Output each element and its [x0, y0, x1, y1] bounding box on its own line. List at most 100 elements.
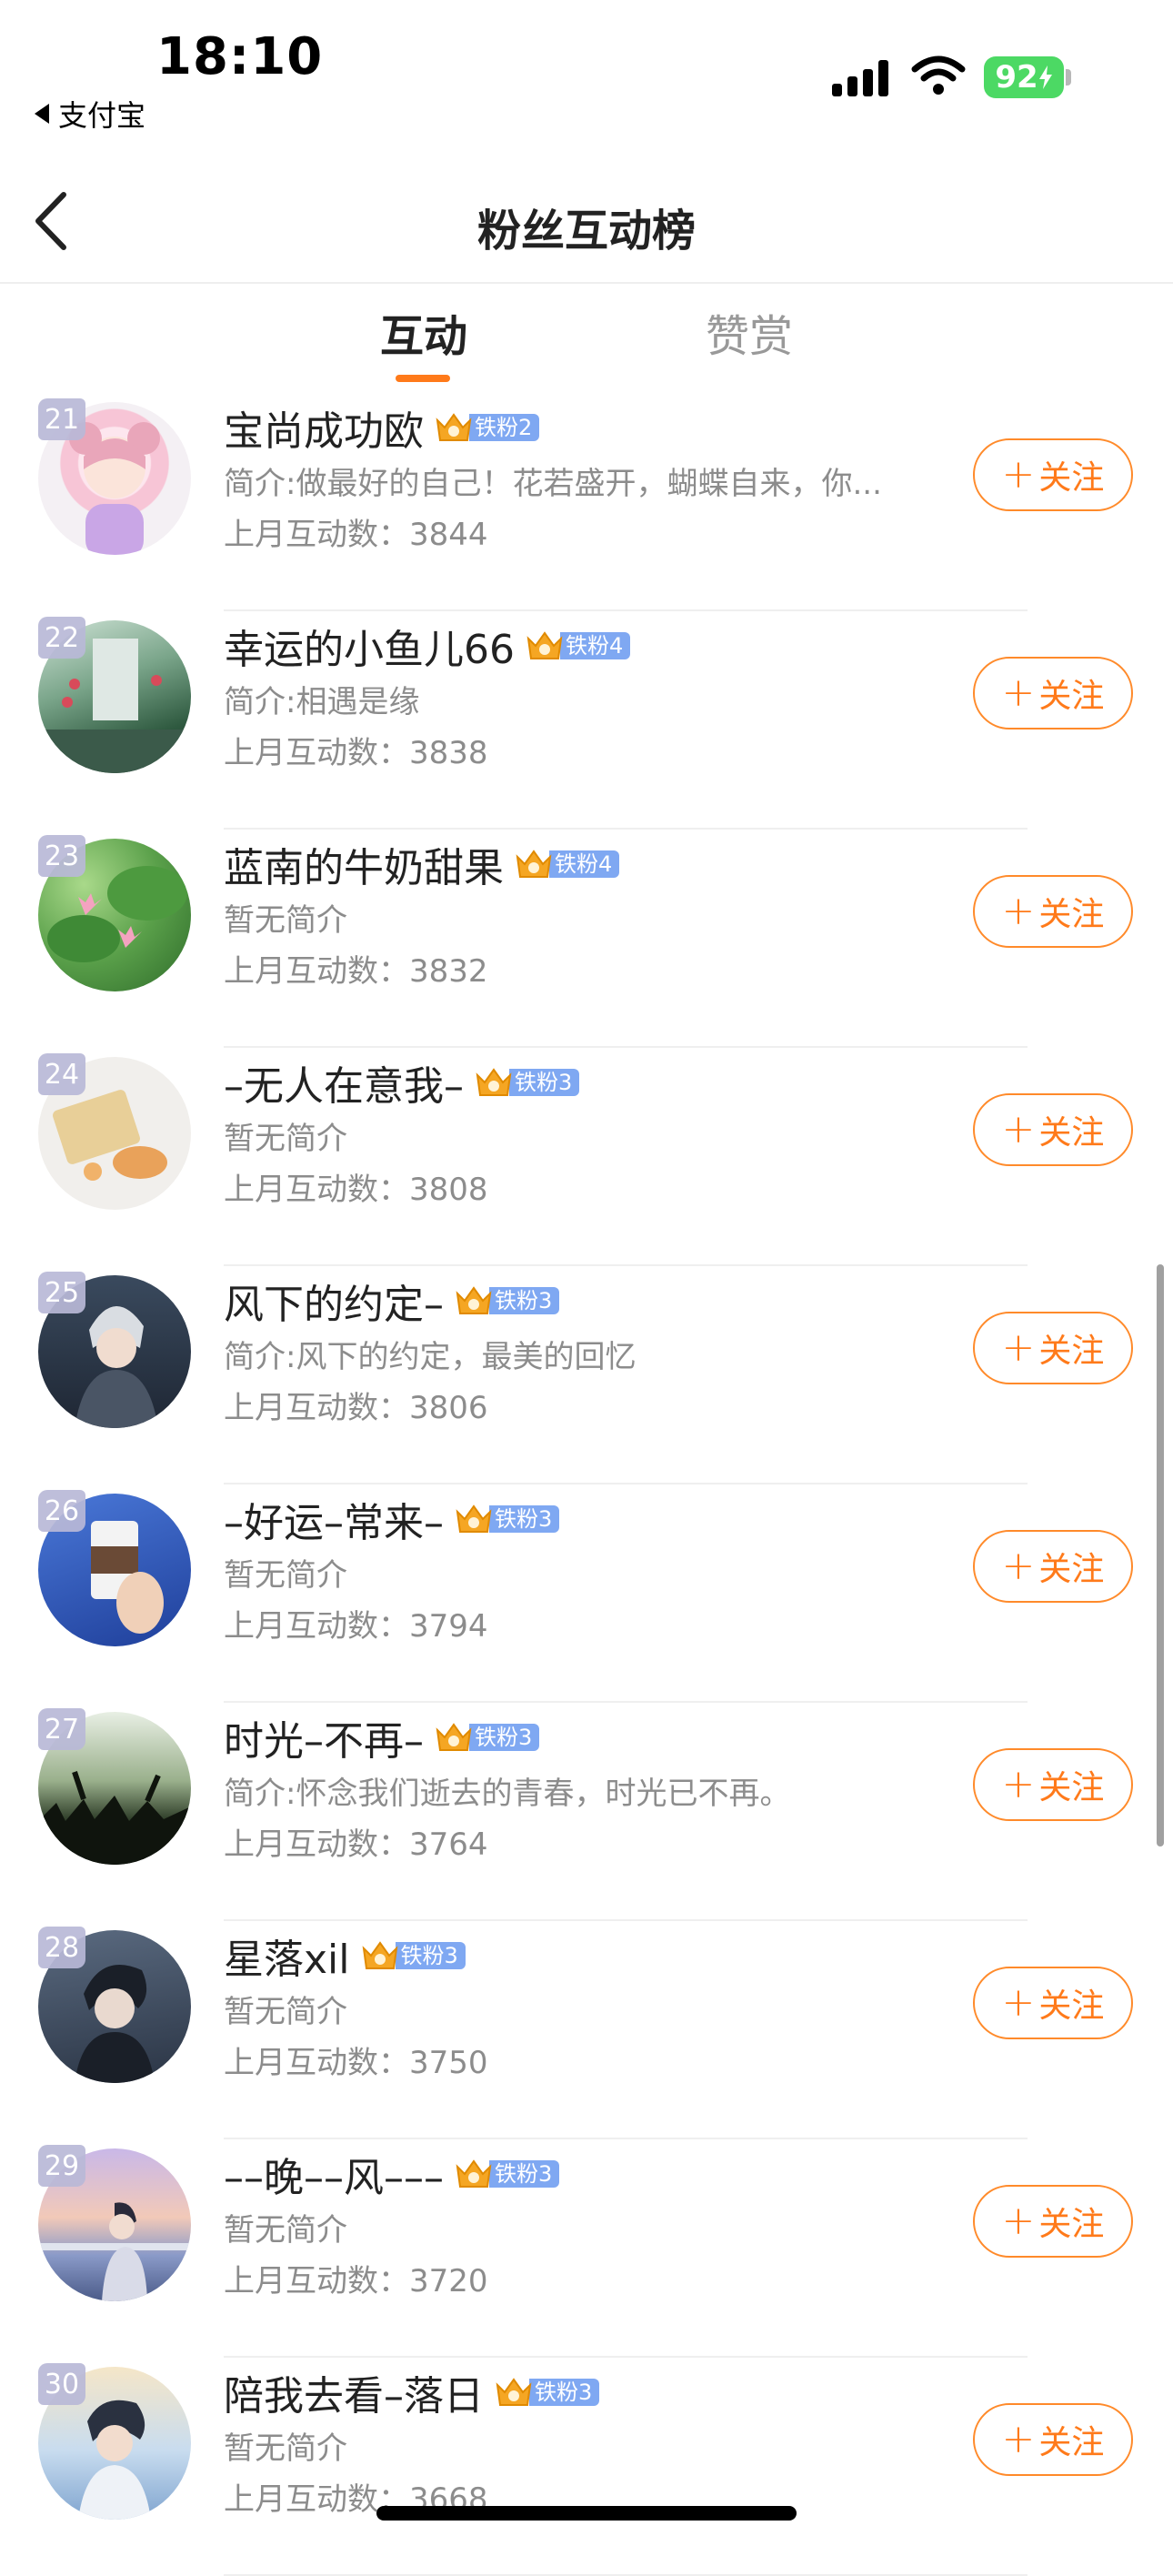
fan-bio: 暂无简介: [224, 1994, 347, 2030]
follow-button[interactable]: + 关注: [973, 2185, 1133, 2258]
fan-level-badge: 铁粉3: [495, 2376, 600, 2409]
status-bar: 18:10 支付宝 92: [0, 0, 1173, 146]
interaction-count: 上月互动数：3720: [224, 2263, 488, 2299]
rank-badge: 28: [38, 1927, 85, 1968]
fan-level-badge: 铁粉4: [526, 629, 631, 662]
rank-badge: 30: [38, 2363, 85, 2405]
fan-name[interactable]: 风下的约定–: [224, 1272, 444, 1330]
interaction-count: 上月互动数：3750: [224, 2045, 488, 2081]
fan-name[interactable]: ––晚––风–––: [224, 2145, 444, 2203]
home-indicator[interactable]: [376, 2506, 797, 2521]
follow-button[interactable]: + 关注: [973, 1312, 1133, 1384]
plus-icon: +: [1001, 1761, 1036, 1807]
fan-level-badge: 铁粉2: [435, 411, 540, 444]
rank-badge: 25: [38, 1272, 85, 1313]
wifi-icon: [911, 55, 966, 95]
list-item[interactable]: 26 –好运–常来– 铁粉3 暂无简介 上月互动数：3794 + 关注: [0, 1484, 1173, 1703]
crown-icon: [526, 631, 563, 659]
plus-icon: +: [1001, 888, 1036, 934]
fan-bio: 暂无简介: [224, 2212, 347, 2249]
plus-icon: +: [1001, 2416, 1036, 2462]
follow-button[interactable]: + 关注: [973, 657, 1133, 730]
fan-name[interactable]: 蓝南的牛奶甜果: [224, 835, 504, 893]
list-item[interactable]: 24 –无人在意我– 铁粉3 暂无简介 上月互动数：3808 + 关注: [0, 1048, 1173, 1266]
crown-icon: [476, 1068, 512, 1096]
follow-button[interactable]: + 关注: [973, 875, 1133, 948]
list-item[interactable]: 28 星落xil 铁粉3 暂无简介 上月互动数：3750 + 关注: [0, 1921, 1173, 2139]
plus-icon: +: [1001, 1543, 1036, 1589]
interaction-count: 上月互动数：3844: [224, 517, 488, 553]
fan-name[interactable]: –好运–常来–: [224, 1490, 444, 1548]
plus-icon: +: [1001, 1106, 1036, 1152]
battery-icon: 92: [984, 56, 1064, 98]
rank-badge: 22: [38, 617, 85, 659]
fan-bio: 暂无简介: [224, 902, 347, 939]
plus-icon: +: [1001, 669, 1036, 716]
rank-badge: 29: [38, 2145, 85, 2187]
list-item[interactable]: 21 宝尚成功欧 铁粉2 简介:做最好的自己！花若盛开，蝴蝶自来，你... 上月…: [0, 393, 1173, 611]
battery-level: 92: [995, 59, 1038, 96]
follow-button[interactable]: + 关注: [973, 1093, 1133, 1166]
list-item[interactable]: 27 时光–不再– 铁粉3 简介:怀念我们逝去的青春，时光已不再。 上月互动数：…: [0, 1703, 1173, 1921]
crown-icon: [456, 1504, 492, 1533]
crown-icon: [456, 2159, 492, 2188]
interaction-count: 上月互动数：3806: [224, 1390, 488, 1426]
crown-icon: [456, 1286, 492, 1314]
fan-name[interactable]: –无人在意我–: [224, 1053, 464, 1112]
follow-button[interactable]: + 关注: [973, 1967, 1133, 2039]
fan-bio: 暂无简介: [224, 1121, 347, 1157]
fan-level-badge: 铁粉3: [435, 1721, 540, 1754]
crown-icon: [516, 850, 552, 878]
scrollbar[interactable]: [1157, 1264, 1164, 1846]
fan-bio: 简介:怀念我们逝去的青春，时光已不再。: [224, 1776, 791, 1812]
fan-level-badge: 铁粉4: [515, 848, 620, 880]
fan-level-badge: 铁粉3: [455, 2158, 560, 2190]
fan-name[interactable]: 幸运的小鱼儿66: [224, 617, 515, 675]
fan-level-badge: 铁粉3: [455, 1284, 560, 1317]
fan-bio: 暂无简介: [224, 2430, 347, 2467]
tab-reward[interactable]: 赞赏: [706, 300, 793, 364]
crown-icon: [496, 2378, 532, 2406]
fan-name[interactable]: 时光–不再–: [224, 1708, 424, 1766]
fan-bio: 简介:相遇是缘: [224, 684, 420, 720]
plus-icon: +: [1001, 451, 1036, 498]
interaction-count: 上月互动数：3838: [224, 735, 488, 771]
fan-name[interactable]: 陪我去看–落日: [224, 2363, 484, 2421]
fan-level-badge: 铁粉3: [475, 1066, 580, 1099]
follow-button[interactable]: + 关注: [973, 1748, 1133, 1821]
list-item[interactable]: 22 幸运的小鱼儿66 铁粉4 简介:相遇是缘 上月互动数：3838 + 关注: [0, 611, 1173, 830]
follow-button[interactable]: + 关注: [973, 2403, 1133, 2476]
interaction-count: 上月互动数：3832: [224, 953, 488, 990]
fan-bio: 简介:风下的约定，最美的回忆: [224, 1339, 637, 1375]
list-item[interactable]: 29 ––晚––风––– 铁粉3 暂无简介 上月互动数：3720 + 关注: [0, 2139, 1173, 2358]
active-tab-indicator: [396, 375, 450, 382]
list-item[interactable]: 25 风下的约定– 铁粉3 简介:风下的约定，最美的回忆 上月互动数：3806 …: [0, 1266, 1173, 1484]
fan-level-badge: 铁粉3: [455, 1503, 560, 1535]
follow-button[interactable]: + 关注: [973, 1530, 1133, 1603]
list-item[interactable]: 23 蓝南的牛奶甜果 铁粉4 暂无简介 上月互动数：3832 + 关注: [0, 830, 1173, 1048]
rank-badge: 21: [38, 398, 85, 440]
nav-bar: 粉丝互动榜: [0, 164, 1173, 284]
charging-bolt-icon: [1038, 65, 1052, 89]
rank-badge: 24: [38, 1053, 85, 1095]
fan-level-badge: 铁粉3: [361, 1939, 466, 1972]
cellular-signal-icon: [832, 58, 888, 96]
page-title: 粉丝互动榜: [476, 206, 696, 257]
follow-button[interactable]: + 关注: [973, 438, 1133, 511]
interaction-count: 上月互动数：3764: [224, 1826, 488, 1863]
battery-tip: [1066, 69, 1071, 86]
tab-interaction[interactable]: 互动: [380, 300, 467, 364]
crown-icon: [436, 1723, 472, 1751]
back-to-app-link[interactable]: 支付宝: [35, 93, 145, 135]
rank-badge: 23: [38, 835, 85, 877]
fan-name[interactable]: 星落xil: [224, 1927, 350, 1985]
plus-icon: +: [1001, 1979, 1036, 2026]
back-app-label: 支付宝: [58, 98, 146, 133]
interaction-count: 上月互动数：3794: [224, 1608, 488, 1645]
fan-name[interactable]: 宝尚成功欧: [224, 398, 424, 457]
list-item[interactable]: 30 陪我去看–落日 铁粉3 暂无简介 上月互动数：3668 + 关注: [0, 2358, 1173, 2576]
interaction-count: 上月互动数：3808: [224, 1172, 488, 1208]
tab-bar: 互动 赞赏: [0, 282, 1173, 391]
status-time: 18:10: [156, 27, 324, 86]
fan-bio: 暂无简介: [224, 1557, 347, 1594]
